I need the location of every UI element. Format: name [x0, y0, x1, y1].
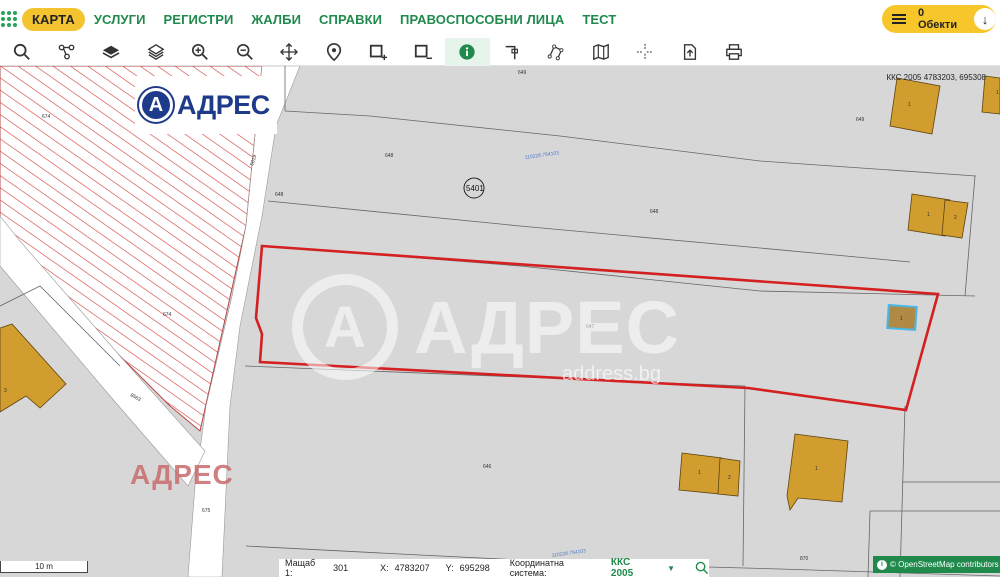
objects-count-label: 0 Обекти: [917, 7, 958, 31]
crosshair-icon: [637, 43, 654, 60]
measure-angle-icon: [505, 45, 518, 59]
svg-text:3: 3: [4, 388, 7, 394]
svg-text:870: 870: [800, 556, 809, 562]
info-icon: i: [877, 559, 887, 570]
export-icon: [683, 43, 696, 60]
coordinate-readout: ККС 2005 4783203, 695308: [886, 73, 986, 82]
scale-value[interactable]: 301: [333, 563, 348, 573]
search-icon[interactable]: [695, 561, 709, 575]
nav-item-karta[interactable]: КАРТА: [22, 7, 85, 31]
network-tool-button[interactable]: [45, 38, 90, 66]
print-icon: [726, 43, 743, 60]
crosshair-button[interactable]: [623, 38, 668, 66]
apps-grid-icon[interactable]: [0, 10, 18, 28]
select-add-icon: [370, 44, 388, 60]
svg-text:2: 2: [728, 475, 731, 481]
svg-text:648: 648: [385, 153, 394, 159]
zoom-in-button[interactable]: [178, 38, 223, 66]
search-icon: [14, 43, 31, 60]
nav-item-registri[interactable]: РЕГИСТРИ: [155, 8, 243, 31]
svg-text:1: 1: [900, 316, 903, 322]
svg-text:1: 1: [698, 470, 701, 476]
menu-icon: [892, 14, 906, 24]
map-application: КАРТА УСЛУГИ РЕГИСТРИ ЖАЛБИ СПРАВКИ ПРАВ…: [0, 0, 1000, 577]
print-button[interactable]: [712, 38, 757, 66]
polygon-icon: [547, 44, 564, 60]
coordinate-system-select[interactable]: ККС 2005: [611, 557, 655, 577]
export-button[interactable]: [668, 38, 713, 66]
building: [889, 77, 941, 135]
zoom-out-button[interactable]: [223, 38, 268, 66]
node-network-icon: [58, 44, 75, 59]
zoom-out-icon: [236, 43, 253, 60]
map-button[interactable]: [579, 38, 624, 66]
svg-text:648: 648: [275, 192, 284, 198]
svg-text:674: 674: [42, 114, 51, 120]
zoom-in-icon: [192, 43, 209, 60]
osm-attribution[interactable]: i © OpenStreetMap contributors: [873, 556, 1000, 573]
logo-text: АДРЕС: [177, 89, 270, 120]
status-bar: Мащаб 1: 301 X: 4783207 Y: 695298 Коорди…: [279, 557, 709, 577]
select-remove-button[interactable]: [401, 38, 446, 66]
watermark-text: АДРЕС: [414, 285, 681, 369]
map-toolbar: [0, 37, 1000, 66]
svg-text:646: 646: [483, 464, 492, 470]
nav-item-spravki[interactable]: СПРАВКИ: [310, 8, 391, 31]
layers-icon: [102, 45, 120, 58]
svg-text:1: 1: [908, 102, 911, 108]
svg-text:649: 649: [856, 117, 865, 123]
chevron-down-icon[interactable]: ▼: [667, 564, 675, 573]
attribution-text: © OpenStreetMap contributors: [890, 560, 999, 569]
map-canvas[interactable]: 674 674 649 648 648 649 5619 648 647 856…: [0, 66, 1000, 577]
scale-bar: 10 m: [0, 561, 88, 573]
location-button[interactable]: [312, 38, 357, 66]
polygon-button[interactable]: [534, 38, 579, 66]
objects-button[interactable]: 0 Обекти ↓: [882, 5, 996, 33]
y-label: Y:: [445, 563, 454, 573]
svg-text:1: 1: [815, 466, 818, 472]
y-value: 695298: [459, 563, 490, 573]
info-button[interactable]: [445, 37, 490, 66]
map-icon: [592, 43, 609, 60]
nav-item-pravosposobni-litsa[interactable]: ПРАВОСПОСОБНИ ЛИЦА: [391, 8, 573, 31]
watermark-emblem-icon: A: [292, 274, 398, 380]
svg-text:2: 2: [954, 215, 957, 221]
watermark-url: address.bg: [562, 363, 661, 385]
svg-text:674: 674: [163, 312, 172, 318]
coordinate-system-label: Координатна система:: [509, 558, 564, 577]
svg-text:1: 1: [927, 212, 930, 218]
select-remove-icon: [414, 44, 432, 59]
pan-button[interactable]: [267, 38, 312, 66]
pan-icon: [280, 42, 299, 61]
location-pin-icon: [326, 42, 341, 61]
x-value: 4783207: [394, 563, 430, 573]
top-navigation: КАРТА УСЛУГИ РЕГИСТРИ ЖАЛБИ СПРАВКИ ПРАВ…: [0, 0, 1000, 38]
arrow-down-icon[interactable]: ↓: [974, 8, 996, 30]
info-icon: [459, 43, 475, 60]
measure-angle-button[interactable]: [490, 38, 535, 66]
svg-text:649: 649: [518, 70, 527, 76]
scale-label: Мащаб 1:: [285, 558, 316, 577]
logo-emblem-icon: A: [139, 88, 173, 122]
layers-tool-button[interactable]: [89, 38, 134, 66]
nav-item-uslugi[interactable]: УСЛУГИ: [85, 8, 155, 31]
select-add-button[interactable]: [356, 38, 401, 66]
layers-outline-icon: [147, 43, 165, 60]
x-label: X:: [380, 563, 389, 573]
svg-text:675: 675: [202, 508, 211, 514]
svg-text:1: 1: [996, 90, 999, 96]
adres-logo: A АДРЕС: [135, 76, 277, 134]
nav-item-zhalbi[interactable]: ЖАЛБИ: [242, 8, 310, 31]
watermark-red-text: АДРЕС: [130, 459, 234, 490]
nav-item-test[interactable]: ТЕСТ: [573, 8, 625, 31]
svg-text:648: 648: [650, 209, 659, 215]
building: [786, 433, 849, 512]
parcel-number-5401: 5401: [466, 184, 484, 193]
search-tool-button[interactable]: [0, 38, 45, 66]
layers-outline-tool-button[interactable]: [134, 38, 179, 66]
